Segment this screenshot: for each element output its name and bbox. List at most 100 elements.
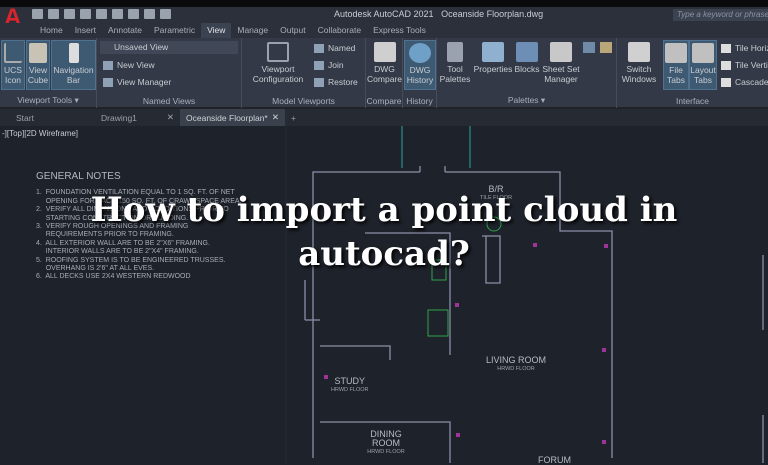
- cascade-button[interactable]: Cascade: [721, 77, 768, 87]
- group-label[interactable]: Viewport Tools ▾: [0, 95, 96, 106]
- redo-icon[interactable]: [160, 9, 171, 19]
- group-compare: DWG Compare Compare: [366, 38, 403, 108]
- label: Named: [328, 43, 356, 53]
- label: Switch Windows: [621, 64, 657, 84]
- room-name: LIVING ROOM: [486, 355, 547, 365]
- view-manager-button[interactable]: View Manager: [103, 77, 171, 87]
- title-line-1: How to import a point cloud in: [90, 190, 678, 230]
- layers-icon[interactable]: [583, 74, 595, 85]
- mobile-icon[interactable]: [112, 9, 123, 19]
- room-dining: DINING ROOM HRWD FLOOR: [364, 430, 408, 457]
- new-icon[interactable]: [32, 9, 43, 19]
- tab-home[interactable]: Home: [34, 23, 69, 38]
- save-as-icon[interactable]: [80, 9, 91, 19]
- restore-button[interactable]: Restore: [314, 77, 358, 87]
- ribbon-tabs: Home Insert Annotate Parametric View Manage Ou…: [0, 23, 768, 38]
- undo-icon[interactable]: [144, 9, 155, 19]
- viewport-controls[interactable]: -][Top][2D Wireframe]: [2, 129, 78, 138]
- window-title: Autodesk AutoCAD 2021 Oceanside Floorpla…: [334, 9, 543, 19]
- named-button[interactable]: Named: [314, 43, 355, 53]
- label: Drawing1: [101, 112, 137, 123]
- room-study: STUDY HRWD FLOOR: [331, 377, 368, 395]
- label: Navigation Bar: [53, 65, 94, 85]
- tile-horizontally-button[interactable]: Tile Horizontally: [721, 43, 768, 53]
- switch-windows-icon: [628, 42, 650, 62]
- search-input[interactable]: Type a keyword or phrase: [673, 9, 768, 21]
- tab-output[interactable]: Output: [274, 23, 312, 38]
- sheet-set-manager-button[interactable]: Sheet Set Manager: [541, 40, 581, 84]
- blocks-button[interactable]: Blocks: [513, 40, 541, 74]
- group-history: DWG History History: [403, 38, 437, 108]
- room-floor: HRWD FLOOR: [497, 366, 535, 372]
- join-icon: [314, 60, 324, 70]
- tile-vertically-button[interactable]: Tile Vertically: [721, 60, 768, 70]
- label: DWG History: [406, 65, 434, 85]
- layout-tabs-button[interactable]: Layout Tabs: [689, 40, 717, 90]
- teal-walls: [401, 126, 471, 168]
- view-dropdown[interactable]: Unsaved View: [100, 41, 238, 54]
- navbar-icon: [68, 43, 79, 63]
- file-tab-oceanside[interactable]: Oceanside Floorplan* ✕: [180, 109, 285, 126]
- file-tabs-button[interactable]: File Tabs: [663, 40, 689, 90]
- tab-collaborate[interactable]: Collaborate: [312, 23, 367, 38]
- design-center-icon[interactable]: [600, 42, 612, 53]
- label: View Manager: [117, 77, 172, 87]
- group-label: Compare: [366, 96, 402, 106]
- label: Viewport Configuration: [252, 64, 304, 84]
- label: Cascade: [735, 77, 768, 87]
- tool-palettes-button[interactable]: Tool Palettes: [437, 40, 473, 84]
- dwg-history-button[interactable]: DWG History: [404, 40, 436, 90]
- room-living: LIVING ROOM HRWD FLOOR: [486, 356, 546, 374]
- save-icon[interactable]: [64, 9, 75, 19]
- label: Tile Horizontally: [735, 43, 768, 53]
- join-button[interactable]: Join: [314, 60, 344, 70]
- label: New View: [117, 60, 155, 70]
- file-tabs: Start Drawing1 ✕ Oceanside Floorplan* ✕ +: [0, 109, 768, 126]
- ucs-icon-button[interactable]: UCS Icon: [1, 40, 25, 90]
- close-icon[interactable]: ✕: [167, 112, 174, 123]
- properties-button[interactable]: Properties: [473, 40, 513, 74]
- calculator-icon[interactable]: [600, 58, 612, 69]
- layout-tabs-icon: [692, 43, 714, 63]
- file-tab-drawing1[interactable]: Drawing1 ✕: [95, 109, 180, 126]
- label: File Tabs: [667, 65, 685, 85]
- command-line-icon[interactable]: [583, 42, 595, 53]
- tab-annotate[interactable]: Annotate: [102, 23, 148, 38]
- ucs-icon: [4, 43, 22, 63]
- tab-insert[interactable]: Insert: [69, 23, 102, 38]
- plot-icon[interactable]: [128, 9, 139, 19]
- new-view-button[interactable]: New View: [103, 60, 155, 70]
- quick-access-toolbar: [32, 9, 171, 19]
- view-cube-button[interactable]: View Cube: [26, 40, 50, 90]
- open-web-icon[interactable]: [96, 9, 107, 19]
- navigation-bar-button[interactable]: Navigation Bar: [51, 40, 96, 90]
- label: DWG Compare: [367, 64, 402, 84]
- switch-windows-button[interactable]: Switch Windows: [619, 40, 659, 84]
- plus-icon: +: [291, 112, 296, 123]
- label: Oceanside Floorplan*: [186, 112, 268, 123]
- properties-icon: [482, 42, 504, 62]
- close-icon[interactable]: ✕: [272, 112, 279, 123]
- label: Join: [328, 60, 344, 70]
- tab-parametric[interactable]: Parametric: [148, 23, 201, 38]
- toolbox-icon[interactable]: [600, 74, 612, 85]
- top-bar: [0, 0, 768, 7]
- article-title: How to import a point cloud in autocad?: [0, 188, 768, 276]
- open-icon[interactable]: [48, 9, 59, 19]
- file-tab-start[interactable]: Start: [0, 109, 95, 126]
- ribbon: UCS Icon View Cube Navigation Bar Viewpo…: [0, 38, 768, 108]
- dwg-compare-button[interactable]: DWG Compare: [367, 40, 402, 84]
- app-title: Autodesk AutoCAD 2021: [334, 9, 434, 19]
- new-tab-button[interactable]: +: [285, 109, 305, 126]
- tab-express-tools[interactable]: Express Tools: [367, 23, 432, 38]
- label: UCS Icon: [4, 65, 22, 85]
- tab-manage[interactable]: Manage: [231, 23, 274, 38]
- room-name: STUDY: [334, 376, 365, 386]
- label: Layout Tabs: [690, 65, 716, 85]
- viewport-configuration-button[interactable]: Viewport Configuration: [246, 40, 310, 84]
- tab-view[interactable]: View: [201, 23, 232, 38]
- group-label[interactable]: Palettes ▾: [437, 95, 616, 106]
- markup-icon[interactable]: [583, 58, 595, 69]
- label: Tool Palettes: [439, 64, 471, 84]
- title-bar: Autodesk AutoCAD 2021 Oceanside Floorpla…: [0, 7, 768, 23]
